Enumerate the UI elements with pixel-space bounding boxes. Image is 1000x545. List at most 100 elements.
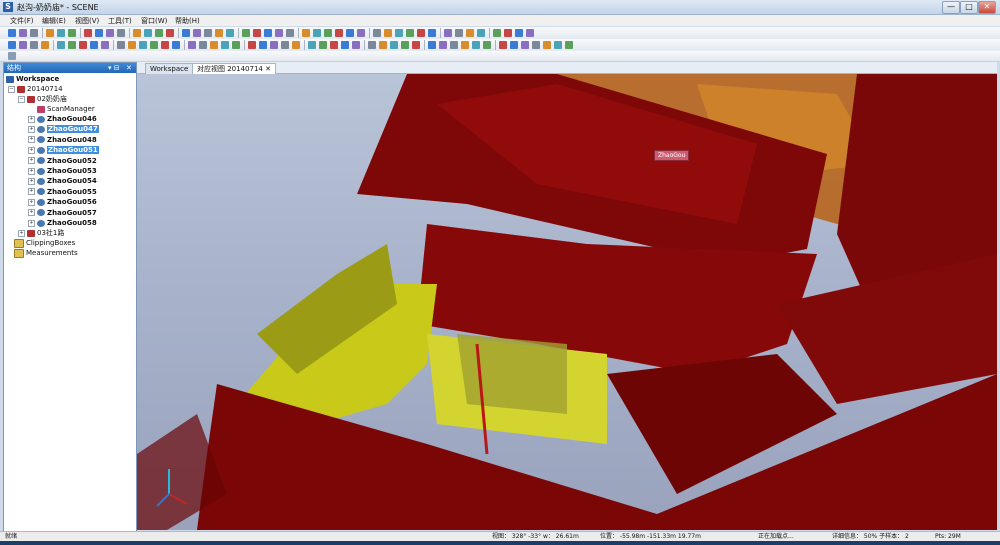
toolbar-button-icon[interactable] — [101, 41, 109, 49]
toolbar-button-icon[interactable] — [8, 29, 16, 37]
toolbar-button-icon[interactable] — [412, 41, 420, 49]
toolbar-button-icon[interactable] — [117, 29, 125, 37]
toolbar-button-icon[interactable] — [117, 41, 125, 49]
toolbar-button-icon[interactable] — [515, 29, 523, 37]
tree-scan-item[interactable]: + ZhaoGou057 — [28, 208, 97, 218]
tree-scan-item[interactable]: + ZhaoGou052 — [28, 156, 97, 166]
toolbar-button-icon[interactable] — [324, 29, 332, 37]
expand-icon[interactable]: + — [28, 115, 35, 123]
toolbar-button-icon[interactable] — [406, 29, 414, 37]
toolbar-button-icon[interactable] — [281, 41, 289, 49]
toolbar-button-icon[interactable] — [210, 41, 218, 49]
toolbar-button-icon[interactable] — [379, 41, 387, 49]
toolbar-button-icon[interactable] — [215, 29, 223, 37]
tree-scan-item[interactable]: + ZhaoGou053 — [28, 166, 97, 176]
toolbar-button-icon[interactable] — [543, 41, 551, 49]
toolbar-button-icon[interactable] — [499, 41, 507, 49]
toolbar-button-icon[interactable] — [204, 29, 212, 37]
toolbar-button-icon[interactable] — [510, 41, 518, 49]
toolbar-button-icon[interactable] — [172, 41, 180, 49]
toolbar-button-icon[interactable] — [455, 29, 463, 37]
toolbar-button-icon[interactable] — [188, 41, 196, 49]
toolbar-button-icon[interactable] — [504, 29, 512, 37]
toolbar-button-icon[interactable] — [292, 41, 300, 49]
toolbar-button-icon[interactable] — [401, 41, 409, 49]
toolbar-button-icon[interactable] — [330, 41, 338, 49]
tree-scan-item[interactable]: + ZhaoGou055 — [28, 187, 97, 197]
toolbar-button-icon[interactable] — [41, 41, 49, 49]
tree-scan-item[interactable]: + ZhaoGou058 — [28, 218, 97, 228]
toolbar-button-icon[interactable] — [373, 29, 381, 37]
toolbar-button-icon[interactable] — [182, 29, 190, 37]
toolbar-button-icon[interactable] — [286, 29, 294, 37]
toolbar-button-icon[interactable] — [8, 41, 16, 49]
collapse-icon[interactable]: − — [8, 85, 15, 93]
toolbar-button-icon[interactable] — [90, 41, 98, 49]
maximize-button[interactable]: □ — [960, 1, 978, 14]
tree-measurements[interactable]: Measurements — [14, 248, 78, 258]
menu-tools[interactable]: 工具(T) — [108, 16, 132, 26]
toolbar-button-icon[interactable] — [565, 41, 573, 49]
toolbar-button-icon[interactable] — [466, 29, 474, 37]
filter-icon[interactable] — [8, 52, 16, 60]
toolbar-button-icon[interactable] — [352, 41, 360, 49]
expand-icon[interactable]: + — [28, 198, 35, 206]
toolbar-button-icon[interactable] — [472, 41, 480, 49]
panel-close-icon[interactable]: ✕ — [126, 63, 132, 73]
toolbar-button-icon[interactable] — [30, 29, 38, 37]
toolbar-button-icon[interactable] — [532, 41, 540, 49]
tree-scan-item[interactable]: + ZhaoGou048 — [28, 135, 97, 145]
toolbar-button-icon[interactable] — [341, 41, 349, 49]
toolbar-button-icon[interactable] — [554, 41, 562, 49]
toolbar-button-icon[interactable] — [313, 29, 321, 37]
tab-correspondence-view[interactable]: 对应视图 20140714 ✕ — [192, 63, 276, 74]
toolbar-button-icon[interactable] — [526, 29, 534, 37]
toolbar-button-icon[interactable] — [395, 29, 403, 37]
toolbar-button-icon[interactable] — [417, 29, 425, 37]
expand-icon[interactable]: + — [28, 167, 35, 175]
tree-scan-item[interactable]: + ZhaoGou054 — [28, 176, 97, 186]
tree-clipping-boxes[interactable]: ClippingBoxes — [14, 238, 75, 248]
toolbar-button-icon[interactable] — [166, 29, 174, 37]
expand-icon[interactable]: + — [28, 188, 35, 196]
tree-scan-manager[interactable]: ScanManager — [37, 104, 95, 114]
toolbar-button-icon[interactable] — [84, 29, 92, 37]
toolbar-button-icon[interactable] — [150, 41, 158, 49]
tree-scan-item[interactable]: + ZhaoGou056 — [28, 197, 97, 207]
toolbar-button-icon[interactable] — [30, 41, 38, 49]
expand-icon[interactable]: + — [28, 157, 35, 165]
toolbar-button-icon[interactable] — [357, 29, 365, 37]
toolbar-button-icon[interactable] — [19, 41, 27, 49]
toolbar-button-icon[interactable] — [390, 41, 398, 49]
menu-window[interactable]: 窗口(W) — [141, 16, 167, 26]
toolbar-button-icon[interactable] — [155, 29, 163, 37]
expand-icon[interactable]: + — [28, 146, 35, 154]
expand-icon[interactable]: + — [28, 125, 35, 133]
scan-position-tag[interactable]: ZhaoGou — [654, 150, 690, 161]
expand-icon[interactable]: + — [28, 219, 35, 227]
expand-icon[interactable]: + — [28, 136, 35, 144]
expand-icon[interactable]: + — [28, 177, 35, 185]
tree-workspace[interactable]: Workspace — [6, 74, 59, 84]
toolbar-button-icon[interactable] — [57, 41, 65, 49]
toolbar-button-icon[interactable] — [79, 41, 87, 49]
tree-scan-item[interactable]: + ZhaoGou047 — [28, 124, 99, 134]
toolbar-button-icon[interactable] — [193, 29, 201, 37]
toolbar-button-icon[interactable] — [199, 41, 207, 49]
toolbar-button-icon[interactable] — [444, 29, 452, 37]
toolbar-button-icon[interactable] — [384, 29, 392, 37]
toolbar-button-icon[interactable] — [319, 41, 327, 49]
toolbar-button-icon[interactable] — [19, 29, 27, 37]
toolbar-button-icon[interactable] — [161, 41, 169, 49]
toolbar-button-icon[interactable] — [270, 41, 278, 49]
menu-view[interactable]: 视图(V) — [75, 16, 99, 26]
toolbar-button-icon[interactable] — [275, 29, 283, 37]
tree-scan-item[interactable]: + ZhaoGou046 — [28, 114, 97, 124]
expand-icon[interactable]: + — [18, 229, 25, 237]
collapse-icon[interactable]: − — [18, 95, 25, 103]
toolbar-button-icon[interactable] — [139, 41, 147, 49]
toolbar-button-icon[interactable] — [428, 29, 436, 37]
menu-edit[interactable]: 编辑(E) — [42, 16, 66, 26]
menu-file[interactable]: 文件(F) — [10, 16, 34, 26]
toolbar-button-icon[interactable] — [461, 41, 469, 49]
